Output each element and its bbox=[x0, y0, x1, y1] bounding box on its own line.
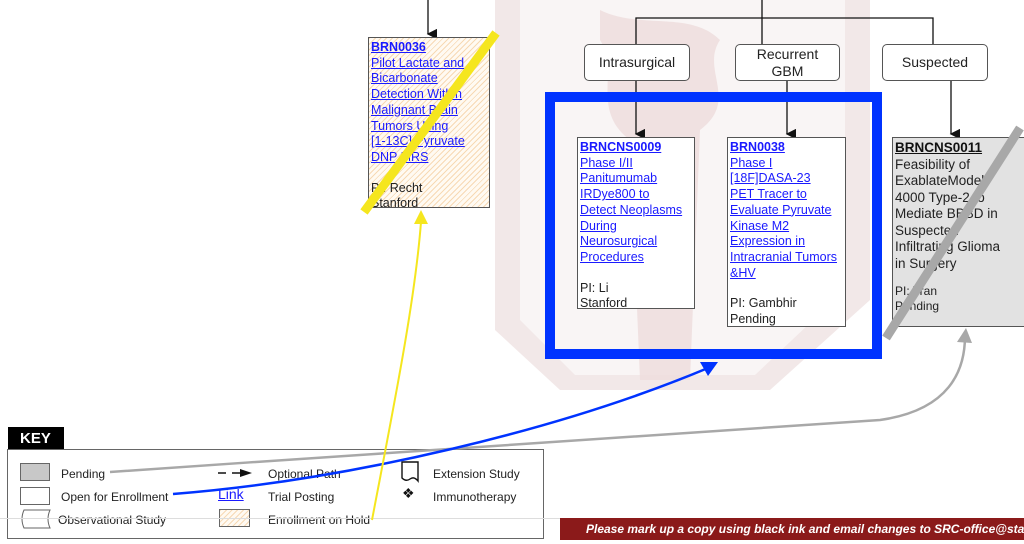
trial-title-line: [1-13C] Pyruvate bbox=[371, 134, 465, 149]
trial-title-link[interactable]: Phase I [18F]DASA-23 PET Tracer to Evalu… bbox=[730, 156, 837, 280]
trial-title: Feasibility of ExablateModel 4000 Type-2… bbox=[895, 157, 1024, 273]
trial-title-line: Detection Within bbox=[371, 87, 463, 102]
trial-title-line: Phase I/II bbox=[580, 155, 633, 170]
trial-pi: PI: Recht bbox=[371, 180, 423, 195]
trial-id-link[interactable]: BRNCNS0009 bbox=[580, 140, 661, 154]
trial-title-link[interactable]: Phase I/II Panitumumab IRDye800 to Detec… bbox=[580, 156, 682, 264]
category-suspected: Suspected bbox=[882, 44, 988, 81]
trial-title-line: Panitumumab bbox=[580, 171, 658, 186]
trial-card-brncns0011: BRNCNS0011 Feasibility of ExablateModel … bbox=[892, 137, 1024, 327]
connector-branch bbox=[635, 17, 934, 45]
trial-title-line: DNP MRS bbox=[371, 149, 429, 164]
trial-title-line: Procedures bbox=[580, 249, 644, 264]
trial-title-line: Mediate BBBD in bbox=[895, 206, 998, 221]
trial-title-line: &HV bbox=[730, 265, 756, 280]
trial-title-line: IRDye800 to bbox=[580, 187, 650, 202]
trial-title-line: Detect Neoplasms bbox=[580, 202, 683, 217]
trial-title-line: Neurosurgical bbox=[580, 234, 658, 249]
immunotherapy-icon: ❖ bbox=[402, 485, 415, 501]
key-label-observational: Observational Study bbox=[58, 513, 167, 527]
key-open-swatch bbox=[20, 487, 50, 505]
trial-title-line: Infiltrating Glioma bbox=[895, 239, 1001, 254]
trial-site: Pending bbox=[730, 312, 776, 327]
trial-title-line: Tumors Using bbox=[371, 118, 449, 133]
trial-site: Stanford bbox=[371, 196, 419, 211]
trial-id-link[interactable]: BRN0038 bbox=[730, 140, 785, 154]
trial-pi: PI: Li bbox=[580, 280, 609, 295]
trial-title-line: Evaluate Pyruvate bbox=[730, 202, 832, 217]
key-label-trial-posting: Trial Posting bbox=[268, 490, 335, 504]
key-pending-swatch bbox=[20, 463, 50, 481]
trial-title-line: Pilot Lactate and bbox=[371, 55, 465, 70]
category-intrasurgical: Intrasurgical bbox=[584, 44, 690, 81]
category-recurrent-gbm: Recurrent GBM bbox=[735, 44, 840, 81]
key-label-enrollment-hold: Enrollment on Hold bbox=[268, 513, 371, 527]
trial-title-line: in Surgery bbox=[895, 255, 957, 271]
category-label-line2: GBM bbox=[771, 62, 804, 79]
trial-title-line: [18F]DASA-23 bbox=[730, 171, 811, 186]
trial-card-brn0038: BRN0038 Phase I [18F]DASA-23 PET Tracer … bbox=[727, 137, 846, 327]
key-label-optional-path: Optional Path bbox=[268, 467, 341, 481]
trial-title-line: Expression in bbox=[730, 234, 806, 249]
trial-title-line: Bicarbonate bbox=[371, 71, 438, 86]
key-label-immunotherapy: Immunotherapy bbox=[433, 490, 517, 504]
footer-rule bbox=[0, 518, 560, 519]
trial-pi: PI: Tran bbox=[895, 284, 938, 298]
category-label-line1: Recurrent bbox=[756, 45, 819, 62]
trial-site: Pending bbox=[895, 299, 940, 313]
trial-title-line: 4000 Type-2 to bbox=[895, 189, 985, 205]
category-label: Suspected bbox=[901, 54, 969, 70]
trial-card-brncns0009: BRNCNS0009 Phase I/II Panitumumab IRDye8… bbox=[577, 137, 695, 311]
category-label: Intrasurgical bbox=[598, 54, 676, 70]
trial-title-line: Intracranial Tumors bbox=[730, 249, 837, 264]
trial-title-line: Suspected bbox=[895, 222, 959, 238]
trial-card-brn0036: BRN0036 Pilot Lactate and Bicarbonate De… bbox=[368, 37, 490, 210]
trial-title-line: Kinase M2 bbox=[730, 218, 790, 233]
trial-id-link[interactable]: BRN0036 bbox=[371, 40, 426, 54]
trial-id: BRNCNS0011 bbox=[895, 140, 983, 155]
extension-study-icon bbox=[401, 461, 419, 483]
key-label-open: Open for Enrollment bbox=[61, 490, 169, 504]
key-link-sample[interactable]: Link bbox=[218, 486, 244, 502]
trial-title-line: Malignant Brain bbox=[371, 102, 458, 117]
key-label-extension: Extension Study bbox=[433, 467, 520, 481]
key-title: KEY bbox=[8, 427, 64, 449]
trial-title-link[interactable]: Pilot Lactate and Bicarbonate Detection … bbox=[371, 56, 465, 164]
key-label-pending: Pending bbox=[61, 467, 106, 481]
footer-banner: Please mark up a copy using black ink an… bbox=[560, 518, 1024, 540]
trial-title-line: PET Tracer to bbox=[730, 187, 807, 202]
trial-site: Stanford bbox=[580, 296, 628, 311]
footer-text: Please mark up a copy using black ink an… bbox=[586, 522, 1024, 536]
trial-title-line: During bbox=[580, 218, 617, 233]
trial-title-line: ExablateModel bbox=[895, 173, 985, 188]
trial-title-line: Phase I bbox=[730, 155, 773, 170]
observational-study-icon bbox=[21, 509, 51, 529]
trial-title-line: Feasibility of bbox=[895, 156, 971, 172]
dashed-arrow-icon bbox=[218, 469, 252, 477]
trial-pi: PI: Gambhir bbox=[730, 296, 797, 311]
